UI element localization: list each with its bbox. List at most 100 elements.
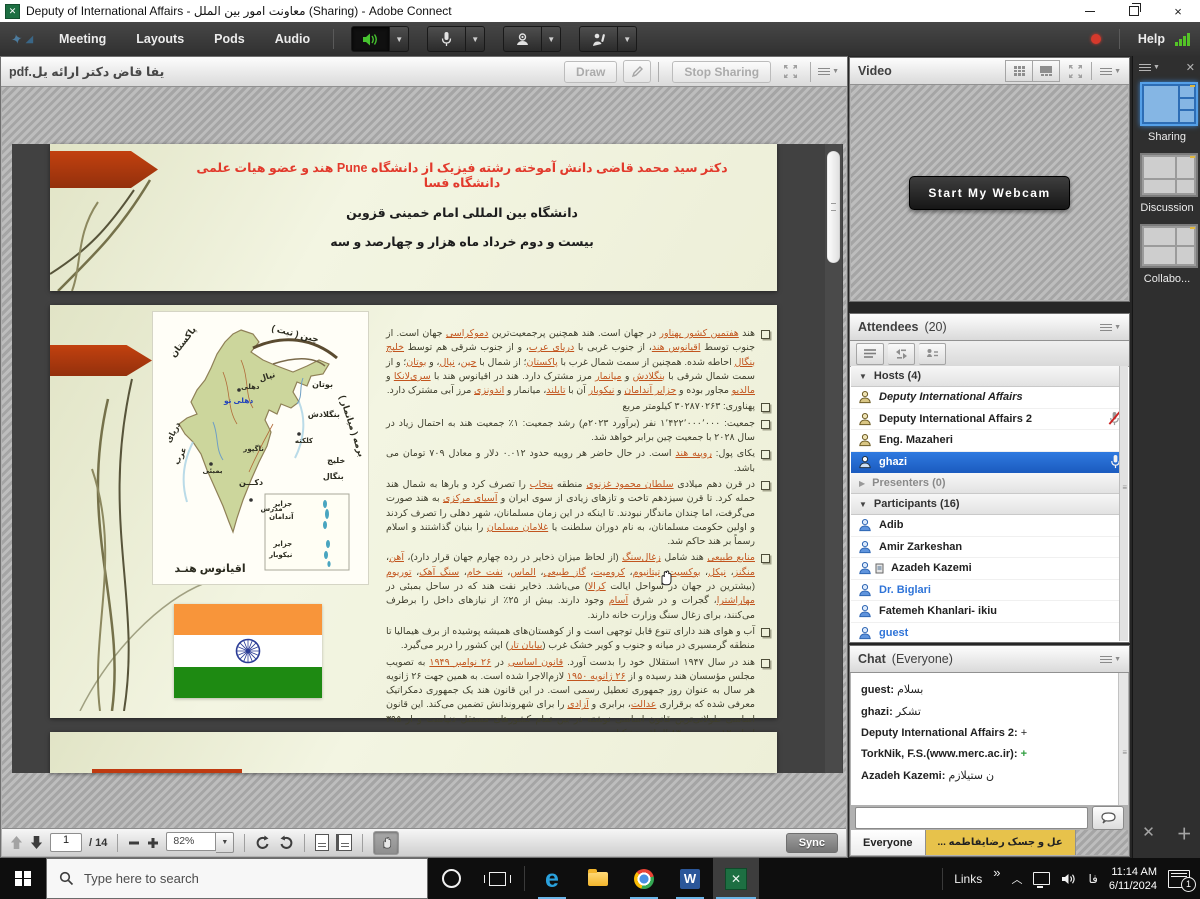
attendee-row[interactable]: ghazi [851, 452, 1128, 474]
menu-help[interactable]: Help [1138, 32, 1165, 46]
start-webcam-button[interactable]: Start My Webcam [909, 176, 1069, 210]
hand-tool-button[interactable] [373, 831, 399, 855]
slide1-line3: بیست و دوم خرداد ماه هزار و چهارصد و سه [175, 234, 749, 249]
minimize-button[interactable] [1068, 0, 1112, 22]
hidden-icons-chevron[interactable]: ︿ [1011, 871, 1022, 887]
map-label: بمبئی [202, 467, 222, 475]
speaker-button[interactable] [351, 26, 390, 52]
taskbar-file-explorer[interactable] [575, 858, 621, 899]
zoom-out-icon[interactable] [128, 837, 140, 849]
page-number-input[interactable]: 1 [50, 833, 82, 852]
taskbar-search-input[interactable]: Type here to search [46, 858, 428, 899]
zoom-select[interactable]: 82% ▼ [166, 832, 234, 853]
attendee-row[interactable]: Adib [851, 515, 1128, 537]
zoom-caret-icon[interactable]: ▼ [216, 832, 234, 853]
rotate-right-icon[interactable] [278, 835, 294, 851]
attendee-row[interactable]: Deputy International Affairs [851, 387, 1128, 409]
attendee-row[interactable]: Amir Zarkeshan [851, 537, 1128, 559]
dock-delete-layout-icon[interactable]: ✕ [1142, 823, 1155, 844]
taskbar-edge[interactable]: e [529, 858, 575, 899]
device-badge-icon [875, 563, 884, 574]
cortana-button[interactable] [428, 858, 474, 899]
breakout-view-button[interactable] [888, 343, 915, 365]
status-view-button[interactable] [919, 343, 946, 365]
page-up-icon[interactable] [10, 835, 23, 850]
dock-menu-icon[interactable]: ▼ [1139, 62, 1160, 73]
document-scrollbar[interactable] [825, 144, 842, 773]
microphone-button[interactable] [427, 26, 466, 52]
attendee-row[interactable]: Dr. Biglari [851, 580, 1128, 602]
action-center-icon[interactable]: 1 [1168, 870, 1190, 888]
taskbar-word[interactable]: W [667, 858, 713, 899]
taskbar-clock[interactable]: 11:14 AM 6/11/2024 [1109, 865, 1157, 893]
filmstrip-view-button[interactable] [1033, 60, 1060, 82]
attendee-row[interactable]: guest [851, 623, 1128, 642]
chat-scrollbar[interactable]: ≡ [1118, 673, 1128, 805]
attendees-scrollbar[interactable]: ≡ [1119, 366, 1128, 641]
single-page-view-icon[interactable] [315, 834, 329, 851]
ashoka-chakra-icon [234, 637, 262, 665]
rotate-left-icon[interactable] [255, 835, 271, 851]
zoom-in-icon[interactable] [147, 837, 159, 849]
network-icon[interactable] [1033, 872, 1050, 885]
start-button[interactable] [0, 858, 46, 899]
continuous-view-icon[interactable] [336, 834, 352, 851]
video-pod-menu-icon[interactable]: ▼ [1100, 66, 1121, 77]
layout-thumbnail [1140, 82, 1198, 126]
attendee-row[interactable]: Deputy International Affairs 2 [851, 409, 1128, 431]
links-toolbar-label[interactable]: Links [954, 872, 982, 886]
pointer-tool-button[interactable] [623, 60, 651, 83]
presenters-section-header[interactable]: ▶ Presenters (0) [851, 473, 1128, 494]
dock-add-layout-icon[interactable]: ＋ [1177, 823, 1192, 844]
menu-layouts[interactable]: Layouts [121, 32, 199, 46]
links-chevron-icon[interactable]: » [993, 865, 1000, 880]
stop-sharing-button[interactable]: Stop Sharing [672, 61, 771, 83]
layout-collaboration[interactable]: Collabo... [1140, 224, 1194, 285]
raise-hand-menu-caret[interactable]: ▼ [618, 26, 637, 52]
layout-discussion[interactable]: Discussion [1140, 153, 1194, 214]
close-button[interactable]: × [1156, 0, 1200, 22]
restore-button[interactable] [1112, 0, 1156, 22]
chat-pod-menu-icon[interactable]: ▼ [1100, 654, 1121, 665]
raise-hand-button[interactable] [579, 26, 618, 52]
share-pod-menu-icon[interactable]: ▼ [818, 66, 839, 77]
sync-button[interactable]: Sync [786, 833, 838, 853]
page-down-icon[interactable] [30, 835, 43, 850]
draw-button[interactable]: Draw [564, 61, 617, 83]
dock-close-icon[interactable]: ✕ [1186, 61, 1195, 74]
slide-bullet: جمعیت: ۱٬۴۲۲٬۰۰۰٬۰۰۰ نفر (برآورد ۲۰۲۳م) … [386, 417, 770, 446]
menu-audio[interactable]: Audio [260, 32, 325, 46]
layout-label: Collabo... [1140, 273, 1194, 285]
attendee-row[interactable]: Eng. Mazaheri [851, 430, 1128, 452]
attendees-pod-menu-icon[interactable]: ▼ [1100, 322, 1121, 333]
fullscreen-button[interactable] [777, 61, 803, 82]
language-indicator[interactable]: فا [1088, 872, 1097, 886]
hosts-section-header[interactable]: ▼ Hosts (4) [851, 366, 1128, 387]
taskbar-adobe-connect[interactable]: ✕ [713, 858, 759, 899]
menu-meeting[interactable]: Meeting [44, 32, 121, 46]
task-view-button[interactable] [474, 858, 520, 899]
word-icon: W [680, 869, 700, 889]
layout-sharing[interactable]: Sharing [1140, 82, 1194, 143]
grid-view-button[interactable] [1005, 60, 1033, 82]
menu-pods[interactable]: Pods [199, 32, 260, 46]
speaker-menu-caret[interactable]: ▼ [390, 26, 409, 52]
chat-text-input[interactable] [855, 807, 1088, 829]
chat-tab[interactable]: ... عل و جسک رضایفاطمه [926, 830, 1076, 855]
zoom-value[interactable]: 82% [166, 832, 216, 851]
participants-section-header[interactable]: ▼ Participants (16) [851, 494, 1128, 515]
document-view[interactable]: دکتر سید محمد قاضی دانش آموخته رشته فیزی… [12, 144, 843, 773]
connection-signal-icon[interactable] [1175, 32, 1190, 46]
taskbar-chrome[interactable] [621, 858, 667, 899]
microphone-menu-caret[interactable]: ▼ [466, 26, 485, 52]
webcam-menu-caret[interactable]: ▼ [542, 26, 561, 52]
chat-tab[interactable]: Everyone [851, 830, 926, 855]
attendee-row[interactable]: Azadeh Kazemi [851, 558, 1128, 580]
list-view-button[interactable] [856, 343, 884, 365]
scrollbar-thumb[interactable] [827, 151, 840, 263]
attendee-row[interactable]: Fatemeh Khanlari- ikiu [851, 601, 1128, 623]
video-fullscreen-icon[interactable] [1068, 64, 1083, 79]
volume-icon[interactable] [1061, 872, 1077, 886]
webcam-button[interactable] [503, 26, 542, 52]
send-message-button[interactable] [1092, 806, 1124, 830]
